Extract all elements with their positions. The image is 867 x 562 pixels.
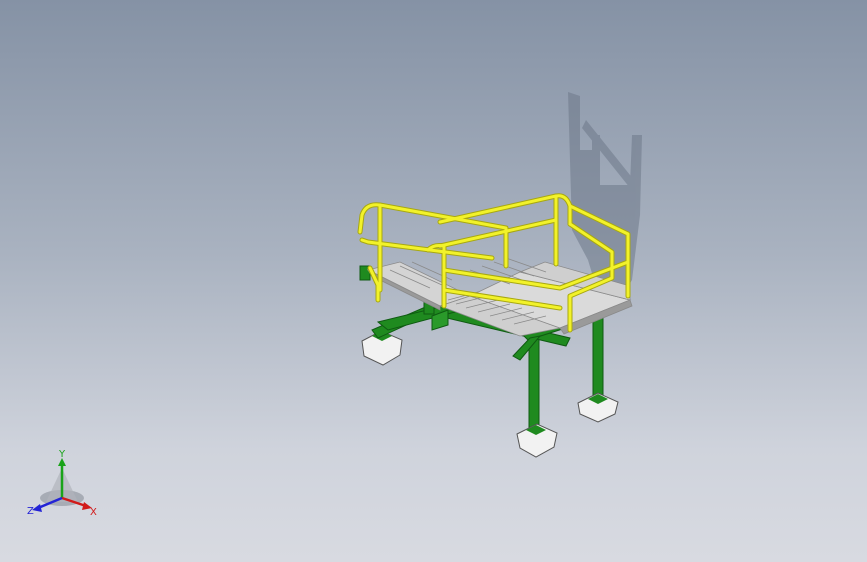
rear-leg bbox=[577, 317, 619, 423]
x-axis-label: X bbox=[90, 507, 97, 518]
z-axis-label: Z bbox=[27, 506, 34, 517]
coordinate-triad: Y X Z bbox=[27, 449, 97, 518]
graphics-viewport[interactable] bbox=[0, 0, 867, 562]
y-axis-label: Y bbox=[58, 449, 66, 460]
